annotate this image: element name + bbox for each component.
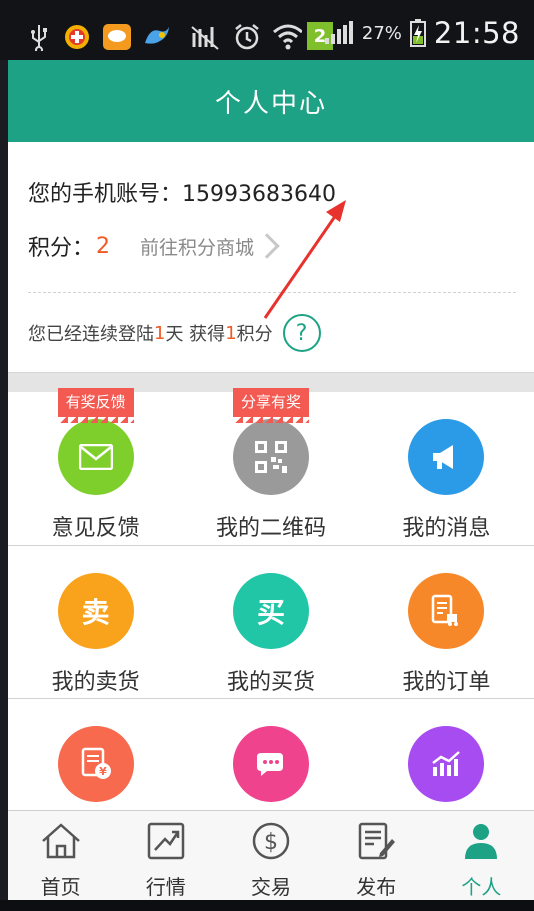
grid-item[interactable]: 意见反馈 有奖反馈 [8, 388, 183, 545]
divider [28, 292, 516, 293]
help-icon[interactable]: ? [282, 314, 321, 352]
tab-label: 首页 [40, 875, 81, 899]
page-title: 个人中心 [214, 88, 327, 119]
grid-item-label: 我的买货 [226, 670, 315, 695]
grid-item[interactable]: 我的订单 [359, 546, 534, 698]
qr-code-icon [232, 419, 309, 495]
account-value: 15993683640 [182, 182, 336, 207]
tab-label: 个人 [461, 875, 502, 899]
megaphone-icon [408, 419, 485, 495]
status-right: 27% 21:58 [324, 16, 520, 50]
grid-item-label: 我的卖货 [51, 670, 140, 695]
points-mall-label: 前往积分商城 [140, 236, 255, 259]
chat-app-icon [102, 22, 132, 52]
tab-person[interactable]: 个人 [429, 811, 534, 900]
battery-percent: 27% [361, 22, 402, 44]
bird-app-icon [142, 22, 172, 52]
profile-card: 您的手机账号：15993683640 积分： 2 前往积分商城 您已经连续登陆 1… [8, 142, 534, 372]
tab-label: 发布 [356, 875, 397, 899]
title-bar: 个人中心 [8, 60, 534, 142]
points-value: 2 [96, 233, 111, 259]
grid-item[interactable]: 买我的买货 [183, 546, 358, 698]
grid-item-label: 我的二维码 [215, 516, 326, 541]
account-label: 您的手机账号： [28, 182, 183, 207]
tab-chart[interactable]: 行情 [113, 811, 218, 900]
person-icon [459, 821, 503, 865]
trend-icon [408, 726, 485, 802]
alarm-icon [232, 22, 262, 52]
system-nav-strip [0, 900, 534, 911]
chevron-right-icon [254, 233, 280, 259]
quote-icon: ¥ [57, 726, 134, 802]
bottom-tab-bar: 首页 行情 $ 交易 发布 个人 [8, 810, 534, 900]
login-prefix: 您已经连续登陆 [28, 324, 154, 345]
dollar-icon: $ [249, 821, 293, 865]
svg-text:¥: ¥ [99, 765, 107, 778]
tab-home[interactable]: 首页 [8, 811, 113, 900]
points-row: 积分： 2 前往积分商城 [28, 230, 280, 262]
login-mid: 天 获得 [165, 324, 226, 345]
grid-row: 意见反馈 有奖反馈我的二维码 分享有奖我的消息 [8, 388, 534, 545]
grid-item[interactable]: 我的二维码 分享有奖 [183, 388, 358, 545]
login-suffix: 积分 [236, 324, 273, 345]
function-grid: 意见反馈有奖反馈我的二维码分享有奖我的消息卖我的卖货买我的买货我的订单¥我的报价… [8, 388, 534, 851]
usb-icon [24, 22, 54, 52]
envelope-icon [57, 419, 134, 495]
tab-label: 行情 [145, 875, 186, 899]
svg-text:$: $ [264, 830, 278, 855]
inquiry-icon [232, 726, 309, 802]
clock-time: 21:58 [433, 16, 520, 50]
edit-icon [354, 821, 398, 865]
grid-item[interactable]: 我的消息 [359, 392, 534, 545]
battery-charging-icon [409, 19, 426, 47]
promo-ribbon: 分享有奖 [232, 388, 310, 423]
points-label: 积分： [28, 236, 95, 261]
points-mall-link[interactable]: 前往积分商城 [140, 233, 280, 260]
grid-item[interactable]: 卖我的卖货 [8, 546, 183, 698]
promo-ribbon: 有奖反馈 [57, 388, 134, 423]
wifi-icon [272, 22, 302, 52]
sell-icon: 卖 [57, 573, 134, 649]
login-points: 1 [225, 322, 237, 344]
grid-row: 卖我的卖货买我的买货 我的订单 [8, 545, 534, 698]
account-row: 您的手机账号：15993683640 [28, 176, 336, 208]
status-bar: 2 27% 21:58 [0, 0, 534, 60]
grid-item-label: 意见反馈 [51, 516, 140, 541]
tab-edit[interactable]: 发布 [324, 811, 429, 900]
cell-signal-icon [324, 21, 353, 44]
login-days: 1 [154, 322, 166, 344]
signal-off-icon [190, 22, 220, 52]
tab-label: 交易 [251, 875, 291, 899]
app-plus-icon [62, 22, 92, 52]
grid-item-label: 我的订单 [402, 670, 491, 695]
buy-icon: 买 [232, 573, 309, 649]
login-streak-row: 您已经连续登陆 1 天 获得 1 积分 ? [28, 314, 321, 352]
app-screen: 个人中心 您的手机账号：15993683640 积分： 2 前往积分商城 您已经… [8, 60, 534, 900]
grid-item-label: 我的消息 [402, 516, 491, 541]
order-icon [408, 573, 485, 649]
chart-icon [144, 821, 188, 865]
tab-dollar[interactable]: $ 交易 [218, 811, 323, 900]
home-icon [39, 821, 83, 865]
